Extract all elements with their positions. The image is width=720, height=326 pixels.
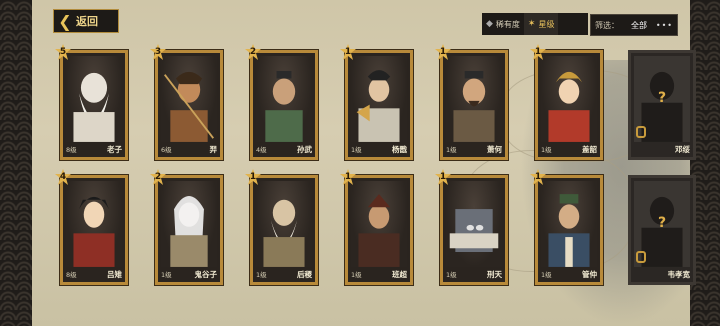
hero-portrait: [351, 181, 407, 267]
hero-level: 4级: [256, 146, 267, 154]
hero-portrait: [161, 181, 217, 267]
back-button[interactable]: ❮ 返回: [53, 9, 119, 33]
sort-toggle: ◆ 稀有度 ✶ 星级: [482, 13, 588, 35]
star-icon: ✶: [527, 19, 536, 29]
hero-name: 萧何: [487, 144, 502, 154]
star-badge: 1: [530, 44, 546, 60]
hero-level: 1级: [351, 146, 362, 154]
more-icon[interactable]: •••: [656, 21, 673, 30]
star-badge: 1: [530, 169, 546, 185]
star-badge: 1: [435, 169, 451, 185]
hero-name: 杨戬: [392, 144, 407, 154]
hero-name: 鬼谷子: [194, 269, 218, 279]
star-badge: 5: [55, 44, 71, 60]
hero-level: 1级: [541, 271, 552, 279]
hero-card[interactable]: 3 6级 羿: [150, 44, 223, 160]
hero-card-locked[interactable]: ? 韦孝宽: [628, 175, 696, 285]
hero-card[interactable]: 1 1级 萧何: [435, 44, 508, 160]
sort-star-button[interactable]: ✶ 星级: [523, 13, 559, 35]
hero-portrait: [541, 56, 597, 142]
hero-portrait: [446, 181, 502, 267]
hero-card[interactable]: 1 1级 后稷: [245, 169, 318, 285]
hero-level: 8级: [66, 146, 77, 154]
hero-portrait: [541, 181, 597, 267]
star-badge: 1: [435, 44, 451, 60]
hero-level: 1级: [256, 271, 267, 279]
hero-portrait: [161, 56, 217, 142]
star-badge: 2: [245, 44, 261, 60]
hero-name: 韦孝宽: [667, 269, 691, 279]
hero-card[interactable]: 1 1级 杨戬: [340, 44, 413, 160]
star-badge: 1: [245, 169, 261, 185]
hero-card[interactable]: 1 1级 刑天: [435, 169, 508, 285]
star-badge: 4: [55, 169, 71, 185]
hero-level: 8级: [66, 271, 77, 279]
hero-card[interactable]: 1 1级 管仲: [530, 169, 603, 285]
wave-border-left: [0, 0, 32, 326]
back-label: 返回: [76, 15, 98, 28]
question-mark-icon: ?: [657, 215, 667, 231]
hero-level: 1级: [161, 271, 172, 279]
star-badge: 1: [340, 169, 356, 185]
hero-card[interactable]: 2 1级 鬼谷子: [150, 169, 223, 285]
hero-card[interactable]: 1 1级 班超: [340, 169, 413, 285]
filter-label: 筛选：: [595, 20, 619, 30]
hero-card[interactable]: 5 8级 老子: [55, 44, 128, 160]
sort-star-label: 星级: [538, 19, 555, 29]
hero-portrait: [256, 181, 312, 267]
hero-level: 1级: [351, 271, 362, 279]
hero-portrait: [351, 56, 407, 142]
hero-name: 盖韶: [582, 144, 597, 154]
filter-value: 全部: [631, 20, 647, 30]
hero-card[interactable]: 1 1级 盖韶: [530, 44, 603, 160]
hero-name: 班超: [392, 269, 407, 279]
chevron-left-icon: ❮: [58, 11, 72, 31]
hero-name: 刑天: [487, 269, 502, 279]
question-mark-icon: ?: [657, 90, 667, 106]
hero-name: 后稷: [297, 269, 312, 279]
hero-name: 邓绥: [675, 144, 690, 154]
diamond-icon: ◆: [486, 19, 493, 29]
sort-rarity-button[interactable]: ◆ 稀有度: [482, 13, 524, 35]
hero-name: 羿: [209, 144, 218, 154]
filter-dropdown[interactable]: 筛选： 全部 •••: [590, 14, 678, 36]
hero-card[interactable]: 2 4级 孙武: [245, 44, 318, 160]
star-badge: 3: [150, 44, 166, 60]
hero-level: 1级: [541, 146, 552, 154]
hero-level: 6级: [161, 146, 172, 154]
star-badge: 1: [340, 44, 356, 60]
hero-name: 管仲: [582, 269, 597, 279]
hero-level: 1级: [446, 271, 457, 279]
hero-name: 孙武: [297, 144, 312, 154]
hero-portrait: [446, 56, 502, 142]
lock-icon: [636, 251, 646, 263]
hero-level: 1级: [446, 146, 457, 154]
hero-portrait: [66, 56, 122, 142]
star-badge: 2: [150, 169, 166, 185]
hero-name: 吕雉: [107, 269, 122, 279]
lock-icon: [636, 126, 646, 138]
hero-card[interactable]: 4 8级 吕雉: [55, 169, 128, 285]
hero-portrait: [256, 56, 312, 142]
hero-portrait: [66, 181, 122, 267]
sort-rarity-label: 稀有度: [495, 19, 520, 29]
hero-name: 老子: [107, 144, 122, 154]
hero-card-locked[interactable]: ? 邓绥: [628, 50, 696, 160]
